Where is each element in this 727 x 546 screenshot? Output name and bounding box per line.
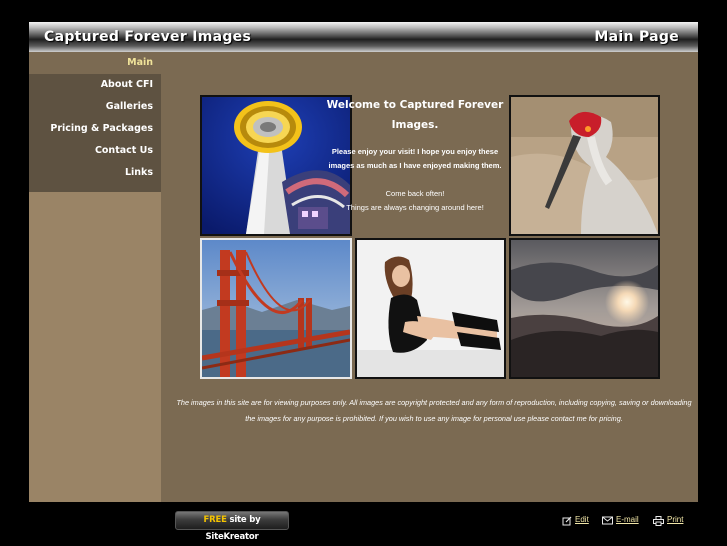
email-link[interactable]: E-mail: [616, 515, 639, 524]
nav-item-galleries[interactable]: Galleries: [29, 96, 161, 118]
welcome-message: Welcome to Captured Forever Images. Plea…: [322, 95, 508, 215]
nav-item-main[interactable]: Main: [29, 52, 161, 74]
printer-icon[interactable]: [653, 516, 664, 526]
page-title: Main Page: [594, 29, 679, 45]
welcome-title: Welcome to Captured Forever Images.: [326, 99, 504, 131]
edit-icon[interactable]: [562, 516, 572, 526]
mountain-sunset-photo[interactable]: [509, 238, 660, 379]
copyright-disclaimer: The images in this site are for viewing …: [176, 398, 692, 423]
sitekreator-badge[interactable]: FREE site by SiteKreator: [175, 511, 289, 542]
print-link[interactable]: Print: [667, 515, 683, 524]
nav-item-about[interactable]: About CFI: [29, 74, 161, 96]
sandhill-crane-photo[interactable]: [509, 95, 660, 236]
site-title: Captured Forever Images: [44, 29, 252, 45]
golden-gate-bridge-photo[interactable]: [200, 238, 352, 379]
header-bar: Captured Forever Images Main Page: [29, 22, 698, 52]
model-portrait-photo[interactable]: [355, 238, 506, 379]
nav-item-links[interactable]: Links: [29, 162, 161, 184]
nav-item-contact[interactable]: Contact Us: [29, 140, 161, 162]
nav-menu: Main About CFI Galleries Pricing & Packa…: [29, 52, 161, 192]
badge-free-text: FREE: [203, 515, 227, 525]
changing-text: Things are always changing around here!: [346, 203, 484, 212]
envelope-icon[interactable]: [602, 516, 613, 525]
edit-link[interactable]: Edit: [575, 515, 589, 524]
nav-item-pricing[interactable]: Pricing & Packages: [29, 118, 161, 140]
come-back-text: Come back often!: [385, 189, 445, 198]
welcome-intro: Please enjoy your visit! I hope you enjo…: [328, 147, 502, 170]
sidebar: Main About CFI Galleries Pricing & Packa…: [29, 52, 161, 502]
